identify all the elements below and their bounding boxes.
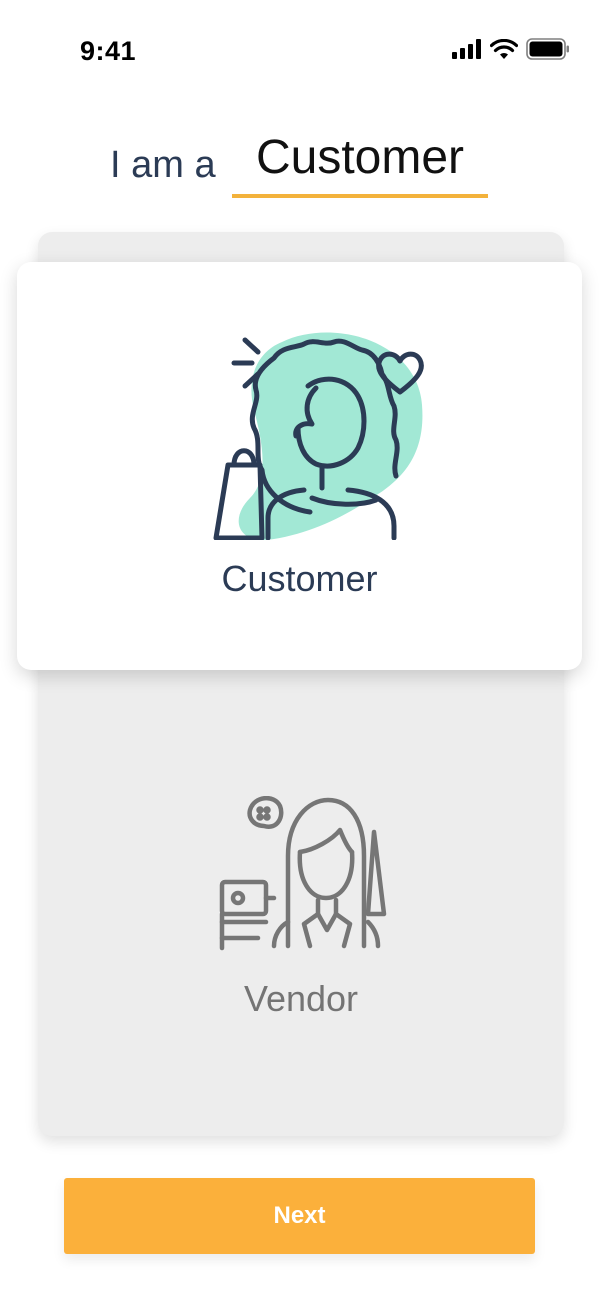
vendor-option-card[interactable]: Vendor <box>38 680 564 1136</box>
customer-icon <box>213 332 424 540</box>
headline-prefix: I am a <box>110 144 216 186</box>
signal-icon <box>452 39 481 59</box>
vendor-option-label: Vendor <box>243 978 359 1019</box>
selected-role-value: Customer <box>255 131 465 184</box>
battery-icon <box>526 38 569 60</box>
role-selector[interactable]: Customer <box>232 126 488 198</box>
vendor-icon <box>219 796 387 951</box>
wifi-icon <box>490 39 518 59</box>
customer-option-label: Customer <box>221 558 378 599</box>
role-headline: I am a Customer <box>0 126 600 206</box>
status-bar: 9:41 <box>0 0 600 100</box>
next-button[interactable]: Next <box>64 1178 535 1254</box>
status-icons <box>452 38 570 60</box>
status-time: 9:41 <box>80 36 137 66</box>
customer-option-card[interactable]: Customer <box>17 262 582 670</box>
